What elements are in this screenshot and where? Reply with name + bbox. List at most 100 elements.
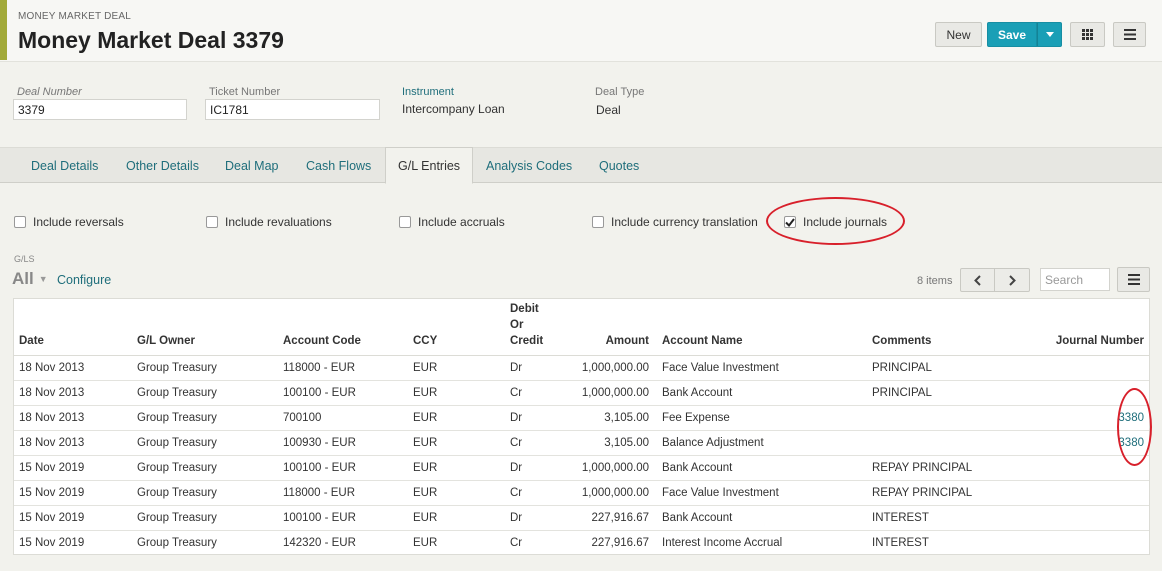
cell-amount: 1,000,000.00 [567, 455, 657, 481]
checkbox-label: Include currency translation [611, 215, 758, 229]
tab-other-details[interactable]: Other Details [126, 148, 199, 184]
cell-account-name: Face Value Investment [657, 480, 867, 506]
cell-amount: 227,916.67 [591, 536, 649, 549]
cell-debit-or-credit: Cr [505, 430, 567, 456]
prev-page-button[interactable] [960, 268, 995, 292]
checkbox-box[interactable] [399, 216, 411, 228]
cell-date: 18 Nov 2013 [14, 380, 132, 406]
cell-account-name: Bank Account [657, 455, 867, 481]
cell-gl-owner: Group Treasury [132, 405, 278, 431]
table-row[interactable]: 15 Nov 2019 Group Treasury 100100 - EUR EUR… [14, 455, 1149, 481]
cell-journal-number[interactable]: 3380 [1027, 405, 1149, 431]
configure-link[interactable]: Configure [57, 273, 111, 287]
hamburger-icon [1127, 274, 1140, 285]
cell-journal-number [1027, 355, 1149, 381]
cell-account-code: 100100 - EUR [278, 380, 408, 406]
cell-amount: 1,000,000.00 [567, 480, 657, 506]
cell-gl-owner: Group Treasury [132, 355, 278, 381]
checkbox-label: Include revaluations [225, 215, 332, 229]
cell-debit-or-credit: Dr [505, 405, 567, 431]
deal-number-label: Deal Number [17, 86, 82, 98]
save-button[interactable]: Save [987, 22, 1037, 47]
cell-date: 18 Nov 2013 [14, 405, 132, 431]
cell-comments: INTEREST [867, 505, 1027, 531]
table-row[interactable]: 15 Nov 2019 Group Treasury 142320 - EUR EUR… [14, 530, 1149, 555]
checkbox-box[interactable] [206, 216, 218, 228]
menu-button[interactable] [1113, 22, 1146, 47]
save-dropdown-button[interactable] [1037, 22, 1062, 47]
view-selector-dropdown[interactable]: All ▼ [12, 269, 48, 289]
cell-account-code: 118000 - EUR [278, 355, 408, 381]
cell-journal-number[interactable]: 3380 [1027, 430, 1149, 456]
include-journals-checkbox[interactable]: Include journals [784, 215, 887, 229]
checkbox-box[interactable] [14, 216, 26, 228]
page-subtitle: MONEY MARKET DEAL [18, 11, 132, 22]
cell-date: 15 Nov 2019 [19, 536, 85, 549]
column-header-ccy[interactable]: CCY [408, 299, 505, 356]
include-reversals-checkbox[interactable]: Include reversals [14, 215, 124, 229]
column-header-gl-owner[interactable]: G/L Owner [132, 299, 278, 356]
tab-deal-map[interactable]: Deal Map [225, 148, 279, 184]
checkmark-icon [785, 217, 795, 227]
include-accruals-checkbox[interactable]: Include accruals [399, 215, 505, 229]
deal-type-value: Deal [596, 103, 621, 117]
table-header-row: Date G/L Owner Account Code CCY Debit Or… [14, 299, 1149, 356]
search-input[interactable] [1040, 268, 1110, 291]
cell-gl-owner: Group Treasury [137, 536, 217, 549]
include-currency-translation-checkbox[interactable]: Include currency translation [592, 215, 758, 229]
cell-debit-or-credit: Dr [505, 455, 567, 481]
cell-ccy: EUR [408, 430, 505, 456]
new-button[interactable]: New [935, 22, 982, 47]
column-header-amount[interactable]: Amount [567, 299, 657, 356]
checkbox-box[interactable] [592, 216, 604, 228]
tab-analysis-codes[interactable]: Analysis Codes [486, 148, 572, 184]
column-header-debit-or-credit[interactable]: Debit Or Credit [505, 299, 567, 356]
instrument-value: Intercompany Loan [402, 102, 505, 116]
cell-date: 15 Nov 2019 [14, 505, 132, 531]
include-revaluations-checkbox[interactable]: Include revaluations [206, 215, 332, 229]
grid-icon [1082, 29, 1093, 40]
table-row[interactable]: 15 Nov 2019 Group Treasury 100100 - EUR EUR… [14, 505, 1149, 531]
caret-down-icon [1045, 32, 1054, 37]
column-header-journal-number[interactable]: Journal Number [1027, 299, 1149, 356]
cell-comments: INTEREST [872, 536, 929, 549]
tab-deal-details[interactable]: Deal Details [31, 148, 98, 184]
cell-ccy: EUR [408, 505, 505, 531]
cell-date: 18 Nov 2013 [14, 430, 132, 456]
column-header-account-code[interactable]: Account Code [278, 299, 408, 356]
column-header-comments[interactable]: Comments [867, 299, 1027, 356]
cell-comments [867, 430, 1027, 456]
tab-gl-entries[interactable]: G/L Entries [385, 147, 474, 184]
deal-number-field[interactable] [13, 99, 187, 120]
table-row[interactable]: 18 Nov 2013 Group Treasury 118000 - EUR EUR… [14, 355, 1149, 381]
cell-journal-number [1027, 505, 1149, 531]
tab-cash-flows[interactable]: Cash Flows [306, 148, 371, 184]
cell-account-name: Interest Income Accrual [662, 536, 783, 549]
table-row[interactable]: 18 Nov 2013 Group Treasury 100930 - EUR EUR… [14, 430, 1149, 456]
checkbox-box[interactable] [784, 216, 796, 228]
checkbox-label: Include accruals [418, 215, 505, 229]
cell-amount: 3,105.00 [567, 430, 657, 456]
cell-account-code: 118000 - EUR [278, 480, 408, 506]
items-count: 8 items [917, 275, 953, 287]
table-row[interactable]: 15 Nov 2019 Group Treasury 118000 - EUR EUR… [14, 480, 1149, 506]
next-page-button[interactable] [995, 268, 1030, 292]
section-label: G/LS [14, 254, 35, 264]
instrument-label[interactable]: Instrument [402, 86, 454, 98]
table-row[interactable]: 18 Nov 2013 Group Treasury 100100 - EUR EUR… [14, 380, 1149, 406]
table-row[interactable]: 18 Nov 2013 Group Treasury 700100 EUR Dr 3,10… [14, 405, 1149, 431]
grid-menu-button[interactable] [1117, 267, 1150, 292]
chevron-left-icon [974, 274, 981, 286]
cell-ccy: EUR [413, 536, 438, 549]
cell-account-code: 100930 - EUR [278, 430, 408, 456]
column-header-account-name[interactable]: Account Name [657, 299, 867, 356]
cell-comments [867, 405, 1027, 431]
column-header-date[interactable]: Date [14, 299, 132, 356]
cell-ccy: EUR [408, 405, 505, 431]
checkbox-label: Include journals [803, 215, 888, 229]
ticket-number-field[interactable] [205, 99, 380, 120]
grid-view-button[interactable] [1070, 22, 1105, 47]
cell-ccy: EUR [408, 355, 505, 381]
cell-debit-or-credit: Dr [505, 355, 567, 381]
tab-quotes[interactable]: Quotes [599, 148, 639, 184]
